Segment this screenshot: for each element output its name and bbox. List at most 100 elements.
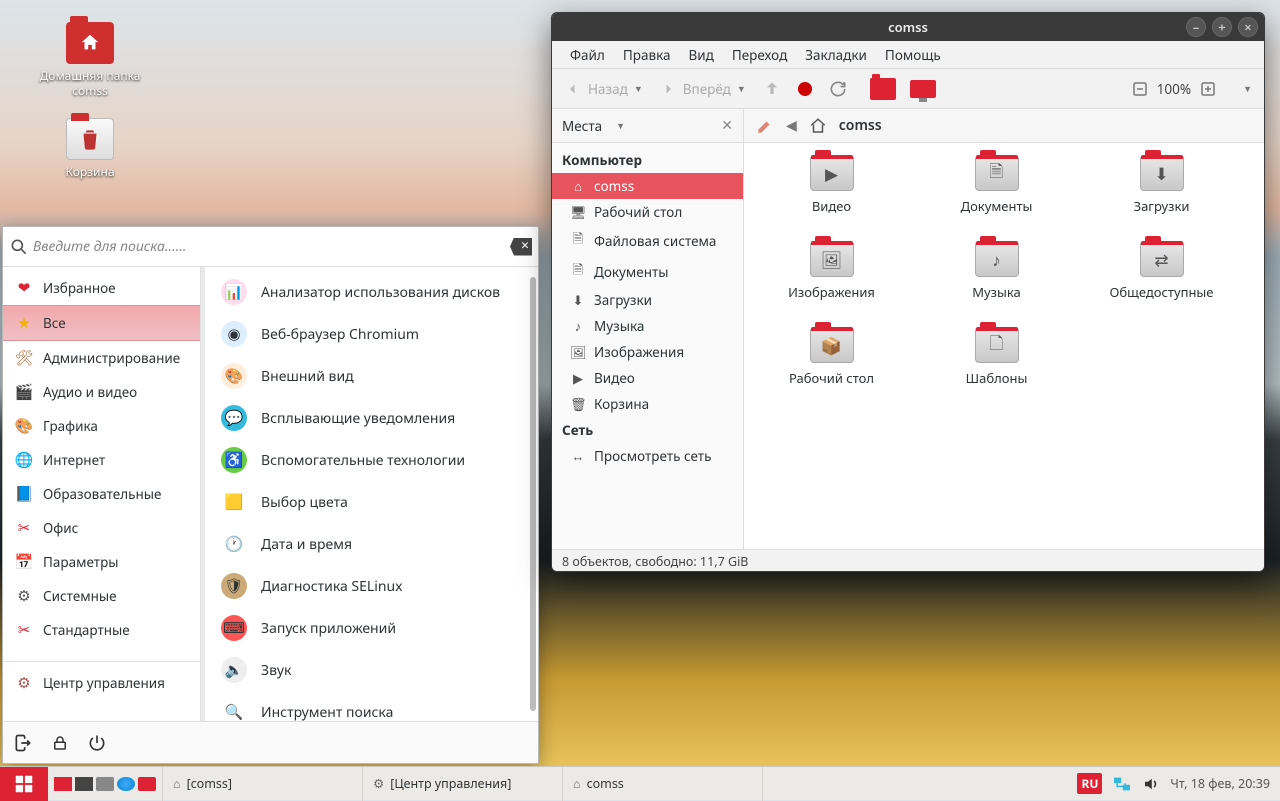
sidebar-item-Файловая система[interactable]: 🗎Файловая система bbox=[552, 225, 743, 256]
menu-Файл[interactable]: Файл bbox=[562, 42, 613, 68]
sidebar-item-Корзина[interactable]: 🗑Корзина bbox=[552, 391, 743, 417]
desktop-icon-label: Корзина bbox=[30, 164, 150, 179]
category-label: Центр управления bbox=[43, 674, 165, 692]
lock-icon[interactable] bbox=[51, 734, 69, 752]
maximize-button[interactable]: + bbox=[1212, 17, 1232, 37]
zoom-in-icon[interactable] bbox=[1199, 80, 1217, 98]
forward-button[interactable]: Вперёд ▼ bbox=[659, 80, 746, 98]
sidebar-item-network[interactable]: ↔Просмотреть сеть bbox=[552, 443, 743, 469]
category-icon: 🛠 bbox=[15, 349, 33, 367]
back-button[interactable]: Назад ▼ bbox=[564, 80, 643, 98]
category-Системные[interactable]: ⚙Системные bbox=[3, 579, 200, 613]
control-center-link[interactable]: ⚙Центр управления bbox=[3, 666, 200, 700]
folder-Рабочий стол[interactable]: 📦Рабочий стол bbox=[754, 327, 909, 407]
app-icon: 🔈 bbox=[221, 657, 247, 683]
category-icon: ❤ bbox=[15, 279, 33, 297]
app-item[interactable]: 💬Всплывающие уведомления bbox=[205, 397, 538, 439]
taskbar-task[interactable]: ⌂[comss] bbox=[163, 767, 363, 801]
path-back-icon[interactable]: ◀ bbox=[786, 116, 797, 135]
category-Образовательные[interactable]: 📘Образовательные bbox=[3, 477, 200, 511]
browser-icon[interactable] bbox=[117, 777, 135, 791]
home-icon[interactable] bbox=[809, 117, 827, 135]
sidebar-item-Изображения[interactable]: 🖼Изображения bbox=[552, 339, 743, 365]
app-item[interactable]: ♿Вспомогательные технологии bbox=[205, 439, 538, 481]
category-Параметры[interactable]: 📅Параметры bbox=[3, 545, 200, 579]
app-item[interactable]: 📊Анализатор использования дисков bbox=[205, 271, 538, 313]
category-Избранное[interactable]: ❤Избранное bbox=[3, 271, 200, 305]
home-folder-icon[interactable] bbox=[870, 78, 896, 100]
trash-icon bbox=[66, 118, 114, 160]
menu-Правка[interactable]: Правка bbox=[615, 42, 679, 68]
up-icon[interactable] bbox=[762, 79, 782, 99]
category-Администрирование[interactable]: 🛠Администрирование bbox=[3, 341, 200, 375]
category-Аудио и видео[interactable]: 🎬Аудио и видео bbox=[3, 375, 200, 409]
taskbar-task[interactable]: ⌂comss bbox=[563, 767, 763, 801]
app-item[interactable]: 🔈Звук bbox=[205, 649, 538, 691]
volume-icon[interactable] bbox=[1142, 775, 1160, 793]
logout-icon[interactable] bbox=[13, 733, 33, 753]
clock[interactable]: Чт, 18 фев, 20:39 bbox=[1170, 775, 1270, 792]
folder-Документы[interactable]: 🗎Документы bbox=[919, 155, 1074, 235]
taskbar-task[interactable]: ⚙[Центр управления] bbox=[363, 767, 563, 801]
sidebar-header-network: Сеть bbox=[552, 417, 743, 443]
menu-Помощь[interactable]: Помощь bbox=[877, 42, 949, 68]
folder-Изображения[interactable]: 🖼Изображения bbox=[754, 241, 909, 321]
breadcrumb-current[interactable]: comss bbox=[839, 116, 882, 135]
app-item[interactable]: 🔍Инструмент поиска bbox=[205, 691, 538, 721]
app-icon[interactable] bbox=[138, 777, 156, 791]
folder-Шаблоны[interactable]: 🗋Шаблоны bbox=[919, 327, 1074, 407]
app-item[interactable]: 🕐Дата и время bbox=[205, 523, 538, 565]
window-titlebar[interactable]: comss – + × bbox=[552, 13, 1264, 41]
desktop-home-folder[interactable]: Домашняя папка comss bbox=[30, 22, 150, 98]
terminal-icon[interactable] bbox=[75, 777, 93, 791]
app-item[interactable]: 🟨Выбор цвета bbox=[205, 481, 538, 523]
workspace-icon[interactable] bbox=[54, 777, 72, 791]
menu-Вид[interactable]: Вид bbox=[680, 42, 721, 68]
app-item[interactable]: ◉Веб-браузер Chromium bbox=[205, 313, 538, 355]
folder-Общедоступные[interactable]: ⇄Общедоступные bbox=[1084, 241, 1239, 321]
zoom-out-icon[interactable] bbox=[1131, 80, 1149, 98]
app-launcher-button[interactable] bbox=[0, 767, 48, 801]
desktop-trash[interactable]: Корзина bbox=[30, 118, 150, 179]
menu-Переход[interactable]: Переход bbox=[724, 42, 795, 68]
chevron-down-icon[interactable]: ▼ bbox=[616, 119, 625, 132]
category-Все[interactable]: ★Все bbox=[3, 305, 200, 341]
folder-Загрузки[interactable]: ⬇Загрузки bbox=[1084, 155, 1239, 235]
close-pane-icon[interactable]: ✕ bbox=[721, 116, 733, 135]
menu-Закладки[interactable]: Закладки bbox=[797, 42, 875, 68]
edit-icon[interactable] bbox=[756, 117, 774, 135]
category-icon: 📅 bbox=[15, 553, 33, 571]
app-item[interactable]: ⌨Запуск приложений bbox=[205, 607, 538, 649]
view-options-icon[interactable]: ▼ bbox=[1243, 82, 1252, 95]
power-icon[interactable] bbox=[87, 733, 107, 753]
app-icon: ◉ bbox=[221, 321, 247, 347]
keyboard-layout-indicator[interactable]: RU bbox=[1077, 773, 1102, 794]
sidebar-item-Видео[interactable]: ▶Видео bbox=[552, 365, 743, 391]
folder-Видео[interactable]: ▶Видео bbox=[754, 155, 909, 235]
search-input[interactable] bbox=[29, 231, 510, 262]
category-label: Образовательные bbox=[43, 485, 161, 503]
files-icon[interactable] bbox=[96, 777, 114, 791]
category-Офис[interactable]: ✂Офис bbox=[3, 511, 200, 545]
sidebar-item-comss[interactable]: ⌂comss bbox=[552, 173, 743, 199]
category-Графика[interactable]: 🎨Графика bbox=[3, 409, 200, 443]
computer-icon[interactable] bbox=[910, 80, 936, 98]
minimize-button[interactable]: – bbox=[1186, 17, 1206, 37]
category-label: Графика bbox=[43, 417, 98, 435]
stop-icon[interactable] bbox=[798, 82, 812, 96]
folder-icon: 📦 bbox=[810, 327, 854, 363]
app-item[interactable]: 🛡Диагностика SELinux bbox=[205, 565, 538, 607]
sidebar-item-Загрузки[interactable]: ⬇Загрузки bbox=[552, 287, 743, 313]
sidebar-item-Музыка[interactable]: ♪Музыка bbox=[552, 313, 743, 339]
app-item[interactable]: 🎨Внешний вид bbox=[205, 355, 538, 397]
category-Стандартные[interactable]: ✂Стандартные bbox=[3, 613, 200, 647]
close-button[interactable]: × bbox=[1238, 17, 1258, 37]
folder-Музыка[interactable]: ♪Музыка bbox=[919, 241, 1074, 321]
clear-search-button[interactable] bbox=[510, 238, 532, 256]
reload-icon[interactable] bbox=[828, 79, 848, 99]
network-icon[interactable] bbox=[1112, 776, 1132, 792]
sidebar-item-Рабочий стол[interactable]: 🖥Рабочий стол bbox=[552, 199, 743, 225]
category-Интернет[interactable]: 🌐Интернет bbox=[3, 443, 200, 477]
sidebar-item-Документы[interactable]: 🗎Документы bbox=[552, 256, 743, 287]
file-grid[interactable]: ▶Видео🗎Документы⬇Загрузки 🖼Изображения♪Му… bbox=[744, 143, 1264, 549]
